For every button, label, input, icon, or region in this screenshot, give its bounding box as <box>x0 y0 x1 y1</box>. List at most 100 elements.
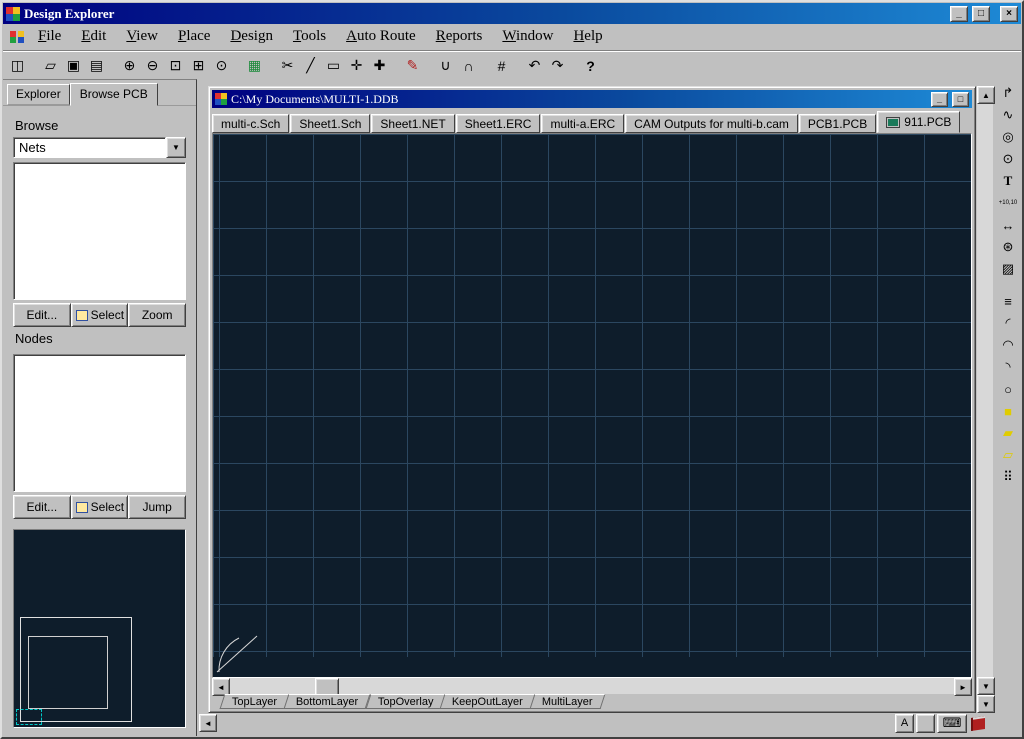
doc-tab-sheet1-sch[interactable]: Sheet1.Sch <box>290 114 370 133</box>
crosshair-icon[interactable]: ✚ <box>368 55 391 77</box>
track-arc-icon[interactable]: ∿ <box>997 104 1019 126</box>
menu-tools[interactable]: Tools <box>283 26 336 48</box>
doc-tab-cam-outputs[interactable]: CAM Outputs for multi-b.cam <box>625 114 798 133</box>
layer-tab-label: BottomLayer <box>296 696 358 708</box>
zoom-out-icon[interactable]: ⊖ <box>141 55 164 77</box>
help-icon[interactable]: ? <box>579 55 602 77</box>
arc-center-icon[interactable]: ◠ <box>997 334 1019 356</box>
layer-tab-bottomlayer[interactable]: BottomLayer <box>284 694 371 709</box>
zoom-selection-icon[interactable]: ⊙ <box>210 55 233 77</box>
workspace-scroll-left-icon[interactable]: ◄ <box>199 714 217 732</box>
menu-help[interactable]: Help <box>563 26 612 48</box>
zoom-area-icon[interactable]: ⊡ <box>164 55 187 77</box>
print-icon[interactable]: ▤ <box>85 55 108 77</box>
menu-reports[interactable]: Reports <box>426 26 493 48</box>
nodes-listbox[interactable] <box>13 354 186 492</box>
zoom-in-icon[interactable]: ⊕ <box>118 55 141 77</box>
line-icon[interactable]: ╱ <box>299 55 322 77</box>
highlight-icon[interactable]: ✎ <box>401 55 424 77</box>
minimap-viewport-rect[interactable] <box>16 709 42 725</box>
dimension-icon[interactable]: ↔ <box>997 214 1019 236</box>
room-icon[interactable]: ▨ <box>997 258 1019 280</box>
undo-icon[interactable]: ↶ <box>523 55 546 77</box>
browse-type-select[interactable]: Nets ▼ <box>13 137 186 158</box>
move-icon[interactable]: ✛ <box>345 55 368 77</box>
nets-edit-button[interactable]: Edit... <box>13 303 71 327</box>
menu-edit[interactable]: Edit <box>71 26 116 48</box>
nets-select-button[interactable]: Select <box>71 303 129 327</box>
help-book-icon[interactable] <box>969 715 986 732</box>
nets-listbox[interactable] <box>13 162 186 300</box>
save-icon[interactable]: ▣ <box>62 55 85 77</box>
paste-array-icon[interactable]: ⠿ <box>997 466 1019 488</box>
menu-window[interactable]: Window <box>492 26 563 48</box>
ime-blank-button[interactable] <box>916 714 935 733</box>
keyboard-icon[interactable]: ⌨ <box>937 714 967 733</box>
pcb-canvas[interactable] <box>212 133 972 678</box>
pad-icon[interactable]: ⊙ <box>997 148 1019 170</box>
doc-tab-sheet1-erc[interactable]: Sheet1.ERC <box>456 114 541 133</box>
menu-app-icon[interactable] <box>6 28 28 46</box>
tab-explorer[interactable]: Explorer <box>7 84 70 105</box>
menu-view[interactable]: View <box>116 26 168 48</box>
chevron-down-icon[interactable]: ▼ <box>166 137 186 158</box>
fill-icon[interactable]: ■ <box>997 400 1019 422</box>
vertical-scroll-track[interactable] <box>977 104 993 677</box>
document-window: C:\My Documents\MULTI-1.DDB _ □ multi-c.… <box>208 86 976 713</box>
origin-icon[interactable]: ⊛ <box>997 236 1019 258</box>
layer-tab-multilayer[interactable]: MultiLayer <box>530 694 606 709</box>
doc-tab-pcb1-pcb[interactable]: PCB1.PCB <box>799 114 876 133</box>
selection-icon[interactable]: ▭ <box>322 55 345 77</box>
window-title: Design Explorer <box>24 6 114 22</box>
doc-tab-multi-c-sch[interactable]: multi-c.Sch <box>212 114 289 133</box>
layer-tab-topoverlay[interactable]: TopOverlay <box>365 694 446 709</box>
cross-probe-icon[interactable]: ▦ <box>243 55 266 77</box>
maximize-button[interactable]: □ <box>972 6 990 22</box>
panel-splitter[interactable] <box>197 79 205 736</box>
pcb-doc-icon <box>886 117 900 128</box>
open-document-icon[interactable]: ▱ <box>39 55 62 77</box>
redo-icon[interactable]: ↷ <box>546 55 569 77</box>
nodes-select-button[interactable]: Select <box>71 495 129 519</box>
arc-edge-icon[interactable]: ◜ <box>997 312 1019 334</box>
scroll-down-icon[interactable]: ▼ <box>977 677 995 695</box>
horizontal-scroll-track[interactable] <box>230 678 954 694</box>
doc-tab-multi-a-erc[interactable]: multi-a.ERC <box>541 114 624 133</box>
polygon-icon[interactable]: ▰ <box>997 422 1019 444</box>
nodes-edit-button[interactable]: Edit... <box>13 495 71 519</box>
nodes-select-label: Select <box>91 500 124 514</box>
coordinate-icon[interactable]: +10,10 <box>997 192 1019 214</box>
split-plane-icon[interactable]: ▱ <box>997 444 1019 466</box>
full-circle-icon[interactable]: ○ <box>997 378 1019 400</box>
component-icon[interactable]: ≡ <box>997 290 1019 312</box>
menu-place[interactable]: Place <box>168 26 220 48</box>
close-button[interactable]: × <box>1000 6 1018 22</box>
cutter-icon[interactable]: ✂ <box>276 55 299 77</box>
tab-browse-pcb[interactable]: Browse PCB <box>70 83 158 106</box>
layer-tab-toplayer[interactable]: TopLayer <box>220 694 290 709</box>
string-text-icon[interactable]: T <box>997 170 1019 192</box>
grid-icon[interactable]: # <box>490 55 513 77</box>
select-mini-icon <box>76 502 88 513</box>
menu-auto-route[interactable]: Auto Route <box>336 26 426 48</box>
scroll-up-icon[interactable]: ▲ <box>977 86 995 104</box>
layer-tab-keepoutlayer[interactable]: KeepOutLayer <box>440 694 536 709</box>
nets-zoom-button[interactable]: Zoom <box>128 303 186 327</box>
ime-indicator-button[interactable]: A <box>895 714 914 733</box>
doc-minimize-button[interactable]: _ <box>931 92 948 107</box>
minimize-button[interactable]: _ <box>950 6 968 22</box>
menu-file[interactable]: File <box>28 26 71 48</box>
union-tool-icon[interactable]: ∪ <box>434 55 457 77</box>
menu-design[interactable]: Design <box>220 26 283 48</box>
nodes-jump-button[interactable]: Jump <box>128 495 186 519</box>
doc-maximize-button[interactable]: □ <box>952 92 969 107</box>
zoom-all-icon[interactable]: ⊞ <box>187 55 210 77</box>
doc-tab-911-pcb[interactable]: 911.PCB <box>877 111 960 133</box>
arc-angle-icon[interactable]: ◝ <box>997 356 1019 378</box>
board-minimap[interactable] <box>13 529 186 728</box>
via-icon[interactable]: ◎ <box>997 126 1019 148</box>
intersect-tool-icon[interactable]: ∩ <box>457 55 480 77</box>
interactive-routing-icon[interactable]: ↱ <box>997 82 1019 104</box>
explorer-toggle-icon[interactable]: ◫ <box>6 55 29 77</box>
doc-tab-sheet1-net[interactable]: Sheet1.NET <box>371 114 454 133</box>
